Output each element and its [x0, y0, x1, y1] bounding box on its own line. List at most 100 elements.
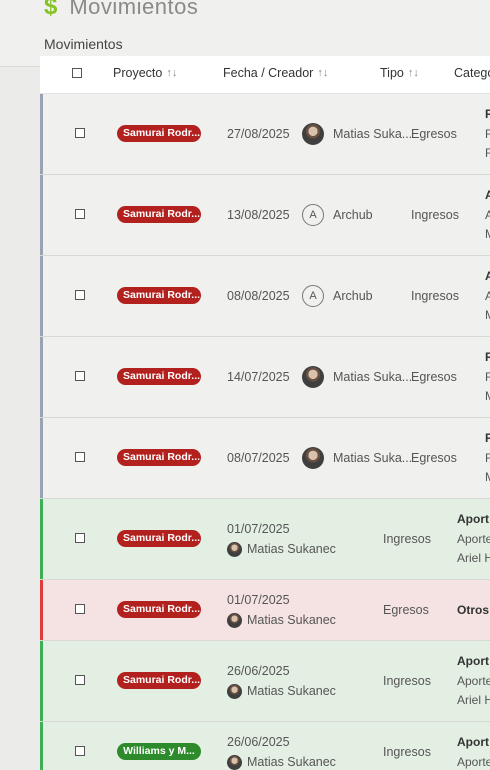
row-tipo: Ingresos — [411, 208, 459, 222]
table-row[interactable]: Samurai Rodr... 08/08/2025 A Archub Ingr… — [40, 256, 490, 337]
table-row[interactable]: Samurai Rodr... 26/06/2025 Matias Sukane… — [40, 641, 490, 722]
column-header-tipo[interactable]: Tipo ↑↓ — [380, 66, 419, 80]
project-badge[interactable]: Samurai Rodr... — [117, 206, 201, 223]
row-tipo: Ingresos — [383, 532, 431, 546]
row-date: 08/07/2025 — [227, 451, 290, 465]
row-date: 01/07/2025 — [227, 593, 290, 607]
table-row[interactable]: Samurai Rodr... 08/07/2025 Matias Suka..… — [40, 418, 490, 499]
row-detail: M — [485, 308, 490, 322]
row-status-bar — [40, 175, 43, 255]
table-row[interactable]: Samurai Rodr... 01/07/2025 Matias Sukane… — [40, 580, 490, 641]
row-creator: Matias Sukanec — [247, 613, 336, 627]
avatar — [227, 542, 242, 557]
column-label-proyecto: Proyecto — [113, 66, 163, 80]
avatar — [227, 613, 242, 628]
row-subcategory: Aporte — [457, 674, 490, 688]
avatar — [302, 366, 324, 388]
tab-movimientos[interactable]: Movimientos — [44, 36, 123, 52]
row-subcategory: F — [485, 451, 490, 465]
row-subcategory: A — [485, 208, 490, 222]
row-status-bar — [40, 722, 43, 770]
column-header-categoria[interactable]: Catego — [454, 66, 490, 80]
row-subcategory: A — [485, 289, 490, 303]
sort-icon[interactable]: ↑↓ — [166, 67, 177, 79]
row-subcategory: Aporte — [457, 532, 490, 546]
row-status-bar — [40, 499, 43, 579]
row-tipo: Ingresos — [383, 745, 431, 759]
table-header: Proyecto ↑↓ Fecha / Creador ↑↓ Tipo ↑↓ C… — [40, 56, 490, 94]
row-category: R — [485, 431, 490, 445]
avatar — [227, 684, 242, 699]
column-label-fecha: Fecha / Creador — [223, 66, 314, 80]
table-row[interactable]: Samurai Rodr... 01/07/2025 Matias Sukane… — [40, 499, 490, 580]
row-category: Aport — [457, 654, 489, 668]
row-checkbox[interactable] — [75, 290, 85, 300]
row-date: 14/07/2025 — [227, 370, 290, 384]
row-subcategory: Aporte — [457, 755, 490, 769]
column-header-fecha[interactable]: Fecha / Creador ↑↓ — [223, 66, 328, 80]
row-tipo: Egresos — [411, 451, 457, 465]
column-label-categoria: Catego — [454, 66, 490, 80]
column-label-tipo: Tipo — [380, 66, 404, 80]
project-badge[interactable]: Samurai Rodr... — [117, 368, 201, 385]
project-badge[interactable]: Samurai Rodr... — [117, 601, 201, 618]
row-creator: Matias Suka... — [333, 451, 413, 465]
row-checkbox[interactable] — [75, 746, 85, 756]
row-date: 26/06/2025 — [227, 664, 290, 678]
row-date: 13/08/2025 — [227, 208, 290, 222]
row-detail: Ariel H — [457, 551, 490, 565]
row-checkbox[interactable] — [75, 452, 85, 462]
table-row[interactable]: Samurai Rodr... 27/08/2025 Matias Suka..… — [40, 94, 490, 175]
select-all-checkbox[interactable] — [72, 68, 82, 78]
left-sidebar-strip — [0, 66, 40, 770]
page-title: $ Movimientos — [44, 0, 198, 20]
row-checkbox[interactable] — [75, 371, 85, 381]
row-checkbox[interactable] — [75, 128, 85, 138]
row-category: Otros — [457, 603, 490, 617]
table-row[interactable]: Samurai Rodr... 13/08/2025 A Archub Ingr… — [40, 175, 490, 256]
row-tipo: Egresos — [411, 127, 457, 141]
row-checkbox[interactable] — [75, 209, 85, 219]
row-status-bar — [40, 337, 43, 417]
row-category: Aport — [457, 735, 489, 749]
row-tipo: Ingresos — [411, 289, 459, 303]
table-row[interactable]: Williams y M... 26/06/2025 Matias Sukane… — [40, 722, 490, 770]
row-status-bar — [40, 94, 43, 174]
row-creator: Matias Sukanec — [247, 755, 336, 769]
row-detail: M — [485, 389, 490, 403]
row-date: 27/08/2025 — [227, 127, 290, 141]
sort-icon[interactable]: ↑↓ — [408, 67, 419, 79]
row-date: 08/08/2025 — [227, 289, 290, 303]
row-status-bar — [40, 580, 43, 640]
avatar — [302, 123, 324, 145]
table-row[interactable]: Samurai Rodr... 14/07/2025 Matias Suka..… — [40, 337, 490, 418]
row-subcategory: F — [485, 370, 490, 384]
row-status-bar — [40, 418, 43, 498]
project-badge[interactable]: Williams y M... — [117, 743, 201, 760]
page-title-text: Movimientos — [69, 0, 199, 19]
project-badge[interactable]: Samurai Rodr... — [117, 125, 201, 142]
project-badge[interactable]: Samurai Rodr... — [117, 287, 201, 304]
sort-icon[interactable]: ↑↓ — [317, 67, 328, 79]
row-detail: F — [485, 146, 490, 160]
project-badge[interactable]: Samurai Rodr... — [117, 530, 201, 547]
row-creator: Matias Sukanec — [247, 542, 336, 556]
avatar: A — [302, 285, 324, 307]
row-category: R — [485, 107, 490, 121]
row-checkbox[interactable] — [75, 604, 85, 614]
row-checkbox[interactable] — [75, 533, 85, 543]
row-creator: Matias Sukanec — [247, 684, 336, 698]
row-checkbox[interactable] — [75, 675, 85, 685]
row-creator: Archub — [333, 289, 373, 303]
project-badge[interactable]: Samurai Rodr... — [117, 672, 201, 689]
row-category: R — [485, 350, 490, 364]
avatar — [302, 447, 324, 469]
row-tipo: Egresos — [383, 603, 429, 617]
column-header-proyecto[interactable]: Proyecto ↑↓ — [113, 66, 177, 80]
row-creator: Matias Suka... — [333, 127, 413, 141]
row-tipo: Ingresos — [383, 674, 431, 688]
row-date: 26/06/2025 — [227, 735, 290, 749]
project-badge[interactable]: Samurai Rodr... — [117, 449, 201, 466]
dollar-icon: $ — [44, 0, 58, 20]
row-tipo: Egresos — [411, 370, 457, 384]
